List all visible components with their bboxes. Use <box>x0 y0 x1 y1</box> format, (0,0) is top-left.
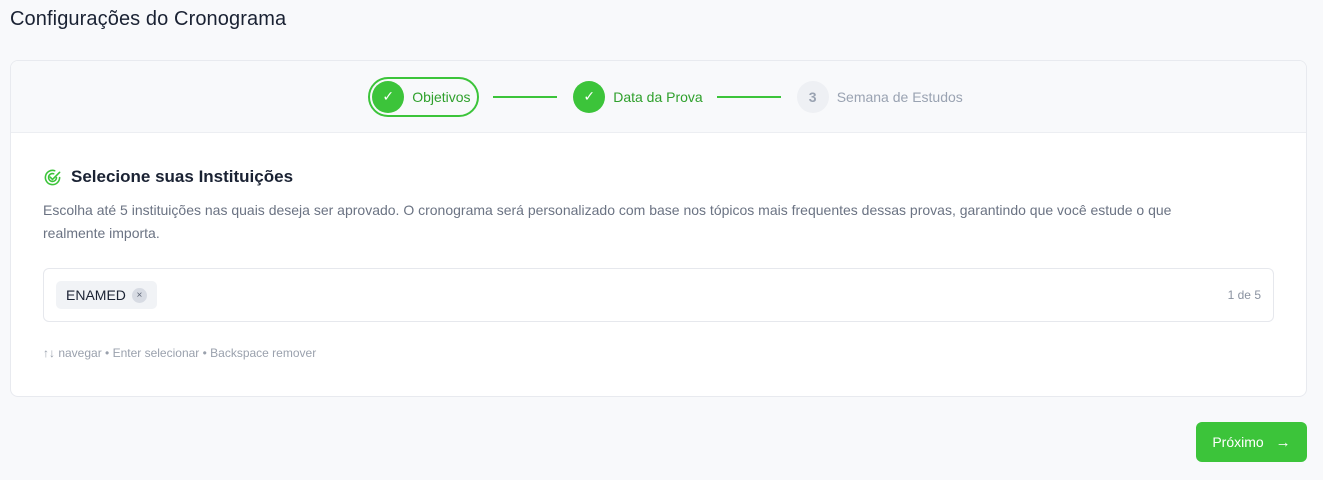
close-icon[interactable]: × <box>131 287 147 303</box>
next-button[interactable]: Próximo → <box>1196 422 1307 462</box>
check-icon: ✓ <box>573 80 606 113</box>
step-label: Objetivos <box>412 88 471 105</box>
section-description: Escolha até 5 instituições nas quais des… <box>43 202 1172 241</box>
step-connector <box>493 95 558 98</box>
step-data-da-prova[interactable]: ✓ Data da Prova <box>573 80 703 113</box>
step-label: Semana de Estudos <box>836 88 963 105</box>
arrow-right-icon: → <box>1275 433 1291 451</box>
step-semana-de-estudos[interactable]: 3 Semana de Estudos <box>796 80 963 113</box>
target-check-icon <box>44 169 61 185</box>
check-icon: ✓ <box>372 80 405 113</box>
settings-card: ✓ Objetivos ✓ Data da Prova 3 Semana de … <box>10 60 1307 397</box>
chip-enamed: ENAMED × <box>56 281 157 309</box>
step-connector <box>716 95 781 98</box>
chip-label: ENAMED <box>66 287 126 303</box>
stepper: ✓ Objetivos ✓ Data da Prova 3 Semana de … <box>11 61 1306 133</box>
section-title: Selecione suas Instituições <box>71 167 294 186</box>
step-objetivos[interactable]: ✓ Objetivos <box>368 76 480 117</box>
keyboard-hint: ↑↓ navegar • Enter selecionar • Backspac… <box>43 346 317 360</box>
section-content: Selecione suas Instituições Escolha até … <box>11 133 1306 360</box>
institution-multiselect[interactable]: ENAMED × 1 de 5 <box>43 268 1274 322</box>
section-header: Selecione suas Instituições <box>43 167 1274 187</box>
step-number: 3 <box>796 80 829 113</box>
step-label: Data da Prova <box>613 88 703 105</box>
next-button-label: Próximo <box>1212 434 1264 450</box>
page-title: Configurações do Cronograma <box>10 8 287 30</box>
selection-counter: 1 de 5 <box>1227 288 1261 302</box>
